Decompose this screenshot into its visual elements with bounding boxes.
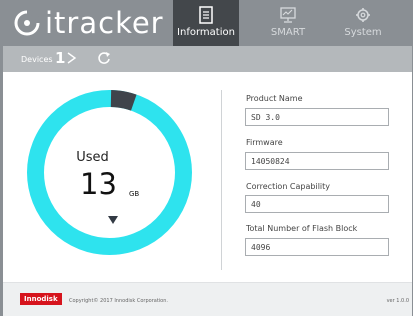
usage-gauge: Used 13 GB <box>22 85 197 260</box>
tab-smart-label: SMART <box>270 27 306 38</box>
firmware-label: Firmware <box>246 138 283 147</box>
version-text: ver 1.0.0 <box>386 298 409 304</box>
used-value: 13 <box>80 167 117 201</box>
product-name-field: SD 3.0 <box>245 108 389 126</box>
firmware-field: 14050824 <box>245 152 389 170</box>
panel-divider <box>221 90 222 270</box>
gear-icon <box>356 8 370 22</box>
tab-smart[interactable]: SMART <box>255 0 321 46</box>
app-name: itracker <box>45 6 164 40</box>
flash-block-label: Total Number of Flash Block <box>246 224 358 233</box>
footer: Innodisk Copyright© 2017 Innodisk Corpor… <box>3 282 412 316</box>
flash-block-field: 4096 <box>245 238 389 256</box>
used-unit: GB <box>129 190 140 198</box>
monitor-icon <box>280 7 296 23</box>
refresh-icon[interactable] <box>97 51 111 65</box>
tab-system[interactable]: System <box>330 0 396 46</box>
app-logo-icon <box>14 10 40 36</box>
device-bar: Devices 1 <box>3 46 412 72</box>
information-panel: Used 13 GB Product Name SD 3.0 Firmware … <box>3 72 412 282</box>
device-select-arrow-icon[interactable] <box>65 51 77 65</box>
triangle-down-icon[interactable] <box>108 215 118 225</box>
tab-information-label: Information <box>177 27 235 38</box>
correction-capability-field: 40 <box>245 195 389 213</box>
gauge-used-segment <box>110 90 137 111</box>
copyright-text: Copyright© 2017 Innodisk Corporation. <box>69 298 168 304</box>
devices-label: Devices <box>21 55 53 64</box>
product-name-label: Product Name <box>246 94 303 103</box>
used-label: Used <box>76 150 109 165</box>
document-icon <box>199 6 213 24</box>
brand-logo: Innodisk <box>20 293 62 305</box>
correction-capability-label: Correction Capability <box>246 182 331 191</box>
device-count: 1 <box>55 49 66 67</box>
header-bar: itracker Information SMART System <box>3 0 412 46</box>
tab-system-label: System <box>344 27 382 38</box>
app-window: itracker Information SMART System Device… <box>3 0 412 316</box>
app-logo: itracker <box>13 4 164 42</box>
tab-information[interactable]: Information <box>173 0 239 46</box>
